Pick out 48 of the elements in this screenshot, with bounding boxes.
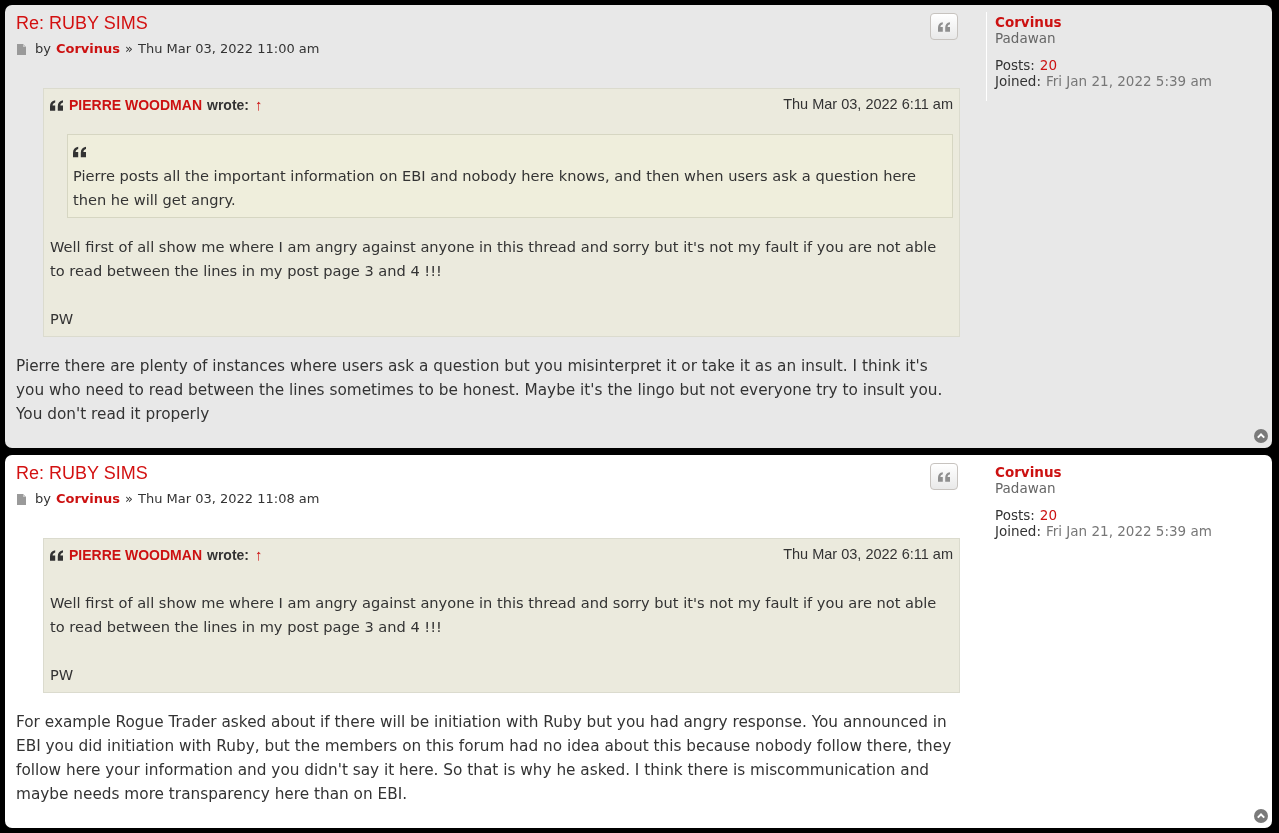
view-quoted-post-link[interactable]: ↑ — [255, 543, 263, 567]
author-link[interactable]: Corvinus — [55, 39, 120, 59]
separator: » — [125, 490, 133, 509]
quote-text: PW — [50, 309, 75, 329]
document-icon[interactable] — [17, 43, 26, 55]
post-body-text: For example Rogue Trader asked about if there will be initiation with Ruby but you had angry response. You announced in EBI you did initiation with Ruby, but the members on this forum had no idea about this because nobody follow there, they follow here your information and you didn't say it here. So that is why he asked. I think there is miscommunication and maybe needs more transparency here than on EBI. — [16, 712, 953, 805]
quote-text: Well first of all show me where I am angry against anyone in this thread and sorry but it's not my fault if you are not able to read between the lines in my post page 3 and 4 !!! — [50, 237, 938, 281]
quote-button[interactable] — [930, 463, 958, 490]
posts-label: Posts: — [995, 507, 1035, 523]
wrote-label: wrote: — [207, 545, 249, 565]
quote-author-link[interactable]: PIERRE WOODMAN — [69, 544, 202, 566]
posts-label: Posts: — [995, 57, 1035, 73]
quote-button[interactable] — [930, 13, 958, 40]
separator: » — [125, 40, 133, 59]
post-title[interactable]: Re: RUBY SIMS — [16, 11, 320, 35]
quote-icon — [50, 549, 63, 561]
quote-date: Thu Mar 03, 2022 6:11 am — [783, 95, 953, 115]
profile-rank: Padawan — [995, 480, 1057, 496]
by-label: by — [35, 40, 51, 59]
joined-label: Joined: — [995, 523, 1041, 539]
document-icon[interactable] — [17, 493, 26, 505]
post-title[interactable]: Re: RUBY SIMS — [16, 461, 320, 485]
post-date: Thu Mar 03, 2022 11:00 am — [138, 40, 320, 59]
quote-icon — [73, 146, 86, 158]
quote-icon — [938, 21, 950, 32]
posts-count-link[interactable]: 20 — [1039, 57, 1057, 73]
joined-date: Fri Jan 21, 2022 5:39 am — [1046, 523, 1212, 539]
profile-rank: Padawan — [995, 30, 1057, 46]
quoted-text: Pierre posts all the important information on EBI and nobody here knows, and then when users ask a question here then he will get angry. — [73, 166, 918, 210]
quote-icon — [50, 99, 63, 111]
quote-date: Thu Mar 03, 2022 6:11 am — [783, 545, 953, 565]
view-quoted-post-link[interactable]: ↑ — [255, 93, 263, 117]
author-link[interactable]: Corvinus — [55, 489, 120, 509]
joined-date: Fri Jan 21, 2022 5:39 am — [1046, 73, 1212, 89]
quote-text: PW — [50, 665, 75, 685]
posts-count-link[interactable]: 20 — [1039, 507, 1057, 523]
quote-author-link[interactable]: PIERRE WOODMAN — [69, 94, 202, 116]
profile-username-link[interactable]: Corvinus — [995, 14, 1256, 30]
by-label: by — [35, 490, 51, 509]
back-to-top-icon[interactable] — [1254, 429, 1268, 443]
joined-label: Joined: — [995, 73, 1041, 89]
quote-icon — [938, 471, 950, 482]
post-date: Thu Mar 03, 2022 11:08 am — [138, 490, 320, 509]
quote-text: Well first of all show me where I am angry against anyone in this thread and sorry but it's not my fault if you are not able to read between the lines in my post page 3 and 4 !!! — [50, 593, 938, 637]
back-to-top-icon[interactable] — [1254, 809, 1268, 823]
profile-username-link[interactable]: Corvinus — [995, 464, 1256, 480]
post-body-text: Pierre there are plenty of instances where users ask a question but you misinterpret it or take it as an insult. I think it's you who need to read between the lines sometimes to be honest. Maybe it's the lingo but not everyone try to insult you. You don't read it properly — [16, 356, 944, 425]
wrote-label: wrote: — [207, 95, 249, 115]
